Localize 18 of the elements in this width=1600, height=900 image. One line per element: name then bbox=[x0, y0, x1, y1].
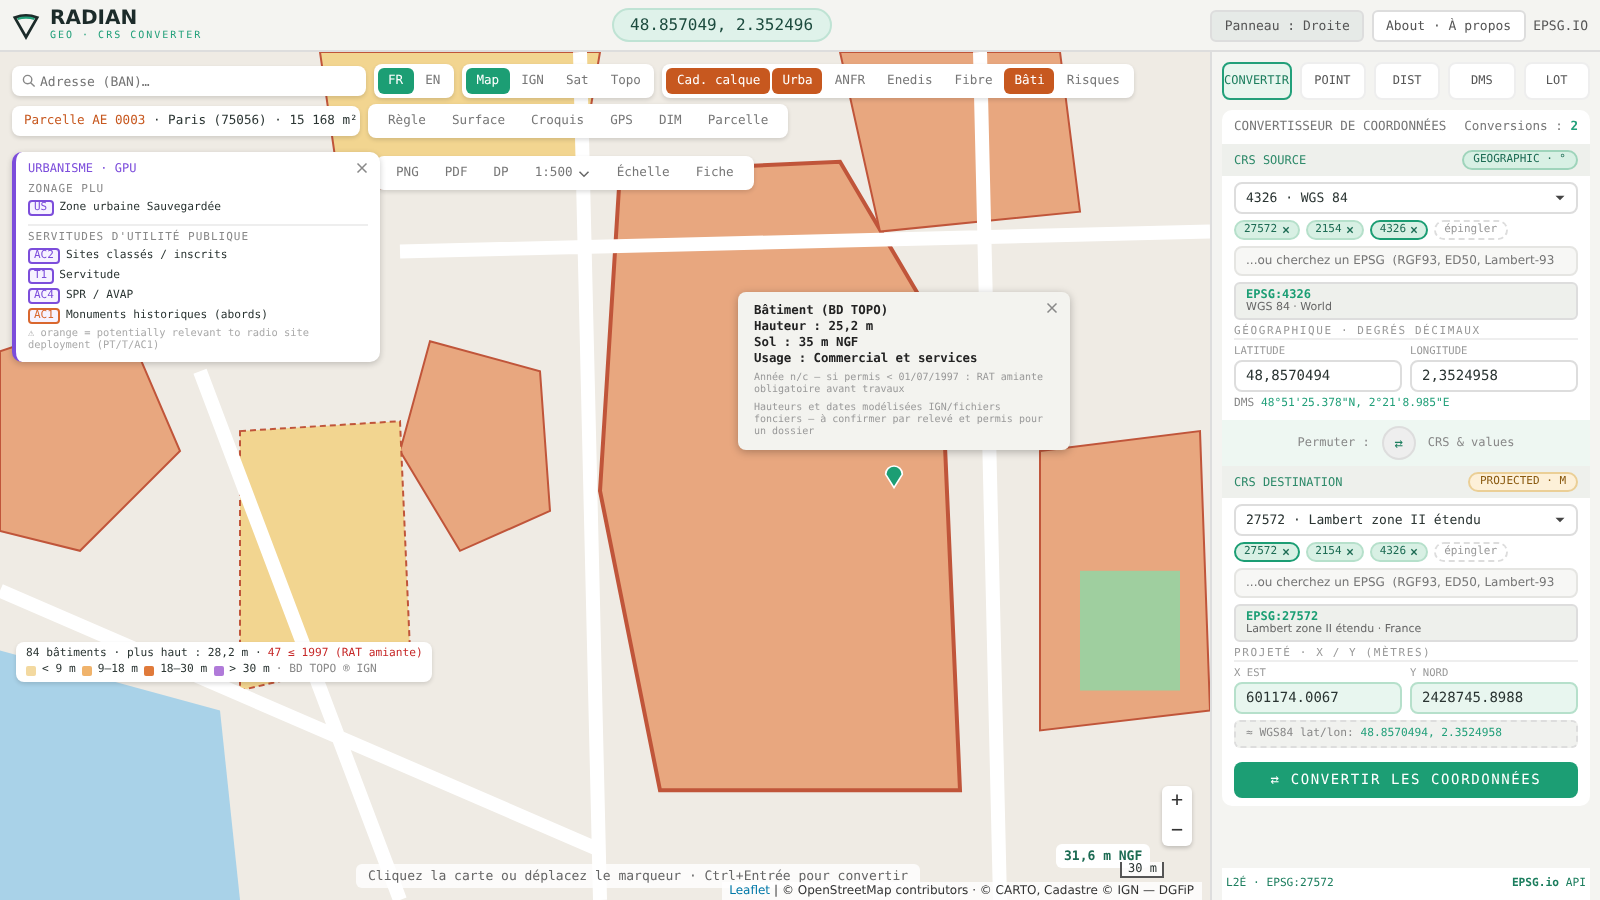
caret-icon bbox=[1554, 194, 1566, 202]
app-title: RADIAN bbox=[50, 8, 140, 30]
logo-icon bbox=[12, 11, 40, 39]
close-icon[interactable] bbox=[356, 162, 368, 174]
map-marker-icon[interactable] bbox=[884, 462, 904, 490]
zoom-button[interactable]: − bbox=[1162, 816, 1192, 846]
remove-icon bbox=[1410, 548, 1419, 556]
remove-icon bbox=[1281, 548, 1290, 556]
zoom-button[interactable]: + bbox=[1162, 786, 1192, 816]
remove-icon bbox=[1345, 548, 1354, 556]
caret-icon bbox=[1554, 516, 1566, 524]
search-icon bbox=[22, 74, 36, 88]
remove-icon bbox=[1345, 226, 1354, 234]
remove-icon bbox=[1281, 226, 1290, 234]
remove-icon bbox=[1410, 226, 1419, 234]
caret-icon bbox=[578, 169, 591, 177]
coordinates-display: 48.857049, 2.352496 bbox=[612, 8, 832, 42]
close-icon[interactable] bbox=[1046, 302, 1058, 314]
